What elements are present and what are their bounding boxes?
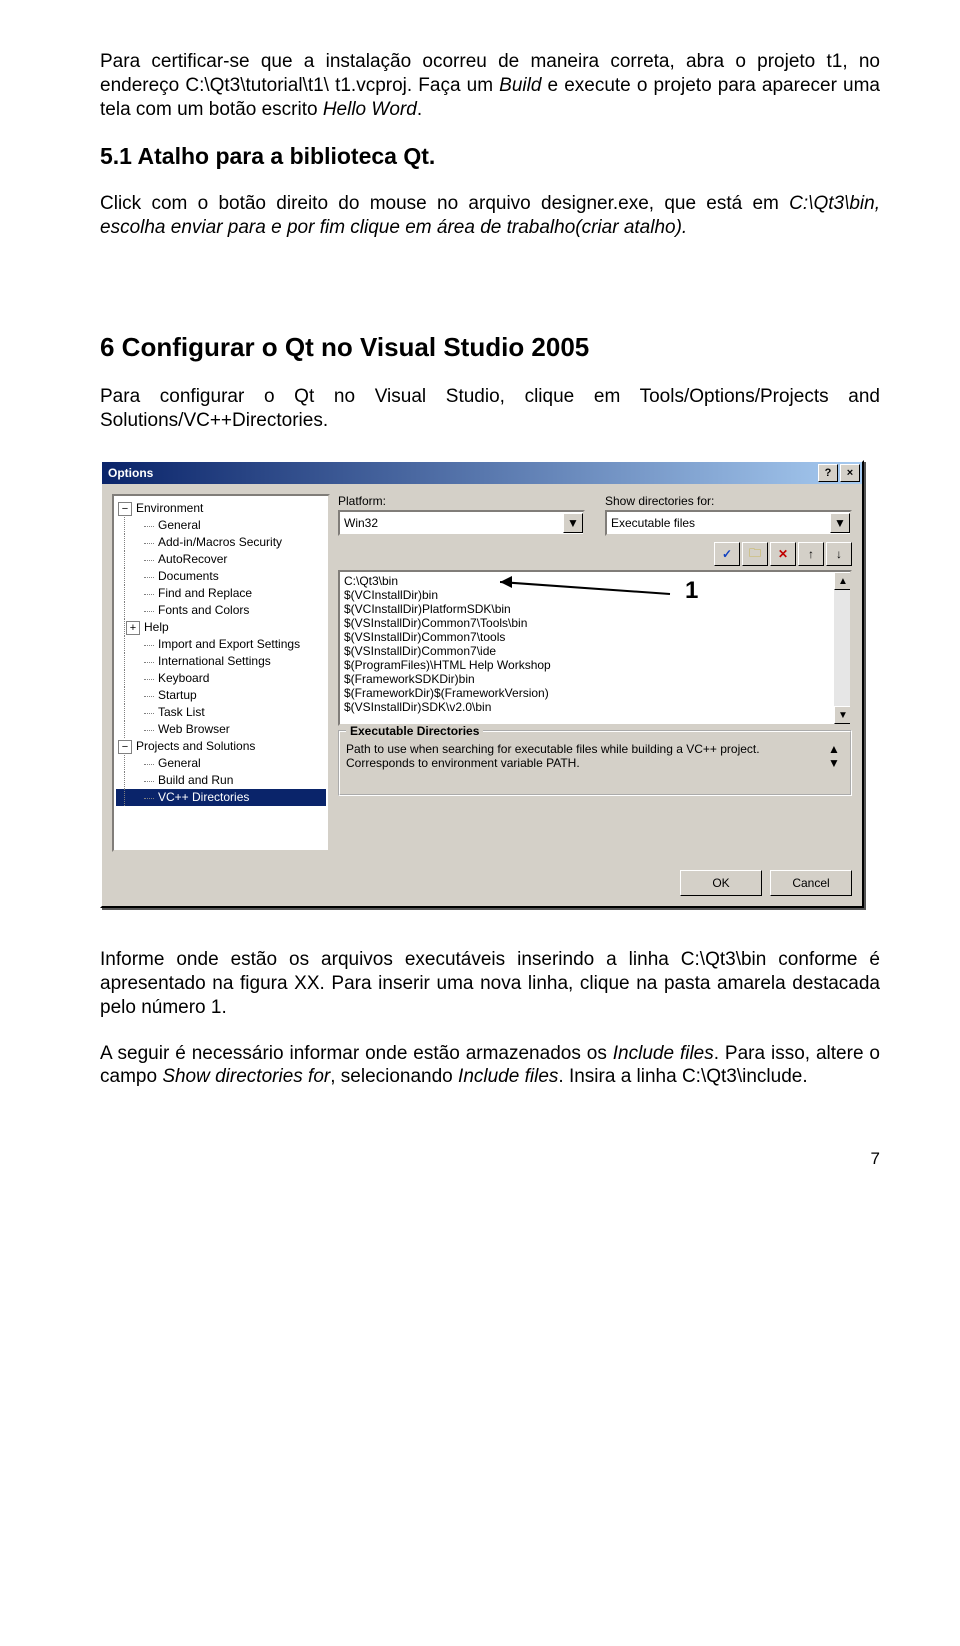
chevron-down-icon[interactable]: ▼ bbox=[563, 513, 583, 533]
scroll-up-icon[interactable]: ▲ bbox=[834, 572, 852, 590]
paragraph-atalho: Click com o botão direito do mouse no ar… bbox=[100, 192, 880, 240]
platform-label: Platform: bbox=[338, 494, 585, 508]
text-italic: Hello Word bbox=[323, 99, 417, 120]
tree-projects[interactable]: −Projects and Solutions bbox=[116, 738, 326, 755]
paragraph-include: A seguir é necessário informar onde estã… bbox=[100, 1042, 880, 1090]
check-icon[interactable]: ✓ bbox=[714, 542, 740, 566]
tree-item[interactable]: International Settings bbox=[116, 653, 326, 670]
tree-item[interactable]: AutoRecover bbox=[116, 551, 326, 568]
description-group: Executable Directories Path to use when … bbox=[338, 730, 852, 796]
tree-item-vcdirs[interactable]: VC++ Directories bbox=[116, 789, 326, 806]
move-up-icon[interactable]: ↑ bbox=[798, 542, 824, 566]
tree-item[interactable]: Import and Export Settings bbox=[116, 636, 326, 653]
paragraph-inform: Informe onde estão os arquivos executáve… bbox=[100, 948, 880, 1019]
list-item[interactable]: $(ProgramFiles)\HTML Help Workshop bbox=[344, 658, 832, 672]
description-text: Path to use when searching for executabl… bbox=[346, 742, 760, 770]
list-item[interactable]: $(FrameworkDir)$(FrameworkVersion) bbox=[344, 686, 832, 700]
text: . bbox=[417, 99, 422, 120]
options-tree[interactable]: −Environment General Add-in/Macros Secur… bbox=[112, 494, 330, 852]
platform-value: Win32 bbox=[344, 516, 378, 530]
text-italic: Include files bbox=[458, 1066, 558, 1087]
annotation-1: 1 bbox=[685, 577, 698, 605]
list-item[interactable]: $(VSInstallDir)Common7\ide bbox=[344, 644, 832, 658]
text: , selecionando bbox=[330, 1066, 458, 1087]
text: Click com o botão direito do mouse no ar… bbox=[100, 193, 789, 214]
list-item[interactable]: $(VCInstallDir)PlatformSDK\bin bbox=[344, 602, 832, 616]
description-legend: Executable Directories bbox=[346, 724, 483, 738]
tree-environment[interactable]: −Environment bbox=[116, 500, 326, 517]
show-dir-combo[interactable]: Executable files ▼ bbox=[605, 510, 852, 536]
expand-icon[interactable]: + bbox=[126, 621, 140, 635]
scroll-down-icon[interactable]: ▼ bbox=[828, 756, 844, 770]
scrollbar[interactable]: ▲ ▼ bbox=[828, 742, 844, 788]
tree-item[interactable]: Build and Run bbox=[116, 772, 326, 789]
tree-item[interactable]: Web Browser bbox=[116, 721, 326, 738]
chevron-down-icon[interactable]: ▼ bbox=[830, 513, 850, 533]
tree-item[interactable]: Task List bbox=[116, 704, 326, 721]
titlebar[interactable]: Options ? × bbox=[102, 462, 862, 484]
text: . Insira a linha C:\Qt3\include. bbox=[558, 1066, 807, 1087]
tree-item[interactable]: Fonts and Colors bbox=[116, 602, 326, 619]
scroll-up-icon[interactable]: ▲ bbox=[828, 742, 844, 756]
scroll-down-icon[interactable]: ▼ bbox=[834, 706, 852, 724]
list-item[interactable]: $(VSInstallDir)Common7\Tools\bin bbox=[344, 616, 832, 630]
heading-5-1: 5.1 Atalho para a biblioteca Qt. bbox=[100, 143, 880, 170]
show-dir-value: Executable files bbox=[611, 516, 695, 530]
collapse-icon[interactable]: − bbox=[118, 740, 132, 754]
close-icon[interactable]: × bbox=[840, 464, 860, 482]
show-dir-label: Show directories for: bbox=[605, 494, 852, 508]
collapse-icon[interactable]: − bbox=[118, 502, 132, 516]
list-item[interactable]: C:\Qt3\bin bbox=[344, 574, 832, 588]
tree-item[interactable]: Documents bbox=[116, 568, 326, 585]
cancel-button[interactable]: Cancel bbox=[770, 870, 852, 896]
tree-item[interactable]: General bbox=[116, 755, 326, 772]
page-number: 7 bbox=[100, 1149, 880, 1169]
list-item[interactable]: $(VSInstallDir)SDK\v2.0\bin bbox=[344, 700, 832, 714]
delete-icon[interactable]: ✕ bbox=[770, 542, 796, 566]
tree-item[interactable]: Startup bbox=[116, 687, 326, 704]
platform-combo[interactable]: Win32 ▼ bbox=[338, 510, 585, 536]
text: A seguir é necessário informar onde estã… bbox=[100, 1043, 613, 1064]
tree-item[interactable]: General bbox=[116, 517, 326, 534]
dialog-title: Options bbox=[108, 466, 153, 480]
heading-6: 6 Configurar o Qt no Visual Studio 2005 bbox=[100, 332, 880, 363]
move-down-icon[interactable]: ↓ bbox=[826, 542, 852, 566]
tree-item[interactable]: Find and Replace bbox=[116, 585, 326, 602]
options-dialog: Options ? × −Environment General Add-in/… bbox=[100, 460, 864, 908]
text-italic: Include files bbox=[613, 1043, 714, 1064]
list-item[interactable]: $(VCInstallDir)bin bbox=[344, 588, 832, 602]
directories-list[interactable]: C:\Qt3\bin $(VCInstallDir)bin $(VCInstal… bbox=[338, 570, 852, 726]
text-italic: Show directories for bbox=[162, 1066, 330, 1087]
ok-button[interactable]: OK bbox=[680, 870, 762, 896]
text-italic: Build bbox=[499, 75, 541, 96]
new-folder-icon[interactable]: 🗀 bbox=[742, 542, 768, 566]
scrollbar[interactable]: ▲ ▼ bbox=[834, 572, 850, 724]
help-icon[interactable]: ? bbox=[818, 464, 838, 482]
tree-item[interactable]: +Help bbox=[116, 619, 326, 636]
list-item[interactable]: $(VSInstallDir)Common7\tools bbox=[344, 630, 832, 644]
list-item[interactable]: $(FrameworkSDKDir)bin bbox=[344, 672, 832, 686]
tree-item[interactable]: Keyboard bbox=[116, 670, 326, 687]
paragraph-intro: Para certificar-se que a instalação ocor… bbox=[100, 50, 880, 121]
tree-item[interactable]: Add-in/Macros Security bbox=[116, 534, 326, 551]
paragraph-config: Para configurar o Qt no Visual Studio, c… bbox=[100, 385, 880, 433]
